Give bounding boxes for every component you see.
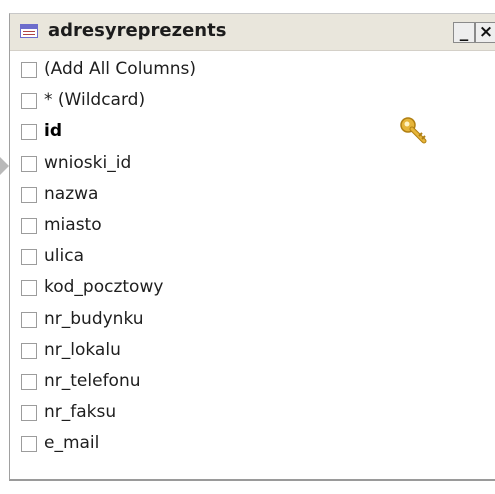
minimize-button[interactable]: _ [453,22,475,43]
column-label: wnioski_id [44,152,132,173]
column-label: e_mail [44,433,100,454]
column-label: (Add All Columns) [44,59,197,79]
column-label: miasto [44,214,102,235]
table-designer-window[interactable]: adresyreprezents _ × (Add All Columns) *… [9,13,495,481]
column-label: * (Wildcard) [44,90,146,111]
column-checkbox[interactable] [21,280,37,297]
column-label: id [44,121,62,142]
column-checkbox[interactable] [21,62,37,78]
column-label: nr_lokalu [44,339,121,360]
column-checkbox[interactable] [21,124,37,141]
column-row[interactable]: miasto [10,212,495,243]
column-row[interactable]: ulica [10,243,495,274]
column-row[interactable]: nr_faksu [10,399,495,430]
column-row[interactable]: nr_telefonu [10,368,495,399]
table-icon [20,24,38,38]
column-label: nr_telefonu [44,370,141,391]
column-label: kod_pocztowy [44,277,164,298]
column-row[interactable]: nr_lokalu [10,337,495,368]
key-icon [400,117,427,144]
window-title: adresyreprezents [48,20,227,41]
column-row[interactable]: nr_budynku [10,306,495,337]
column-checkbox[interactable] [21,436,37,453]
column-list: (Add All Columns) * (Wildcard) id wniosk… [10,56,495,461]
column-checkbox[interactable] [21,405,37,422]
column-label: nr_faksu [44,402,117,423]
close-button[interactable]: × [475,22,495,43]
column-checkbox[interactable] [21,311,37,328]
column-row[interactable]: nazwa [10,181,495,212]
column-row[interactable]: id [10,117,495,149]
column-checkbox[interactable] [21,342,37,359]
column-checkbox[interactable] [21,155,37,172]
column-row[interactable]: e_mail [10,430,495,461]
column-checkbox[interactable] [21,186,37,203]
column-checkbox[interactable] [21,249,37,266]
column-row[interactable]: (Add All Columns) [10,56,495,87]
column-checkbox[interactable] [21,217,37,234]
column-row[interactable]: kod_pocztowy [10,274,495,305]
column-checkbox[interactable] [21,373,37,390]
window-titlebar[interactable]: adresyreprezents _ × [10,14,495,51]
column-row[interactable]: wnioski_id [10,150,495,181]
column-label: nazwa [44,183,99,204]
column-label: ulica [44,246,84,267]
relationship-pointer-icon [0,157,9,175]
column-label: nr_budynku [44,308,144,329]
column-checkbox[interactable] [21,93,37,110]
column-row[interactable]: * (Wildcard) [10,87,495,118]
